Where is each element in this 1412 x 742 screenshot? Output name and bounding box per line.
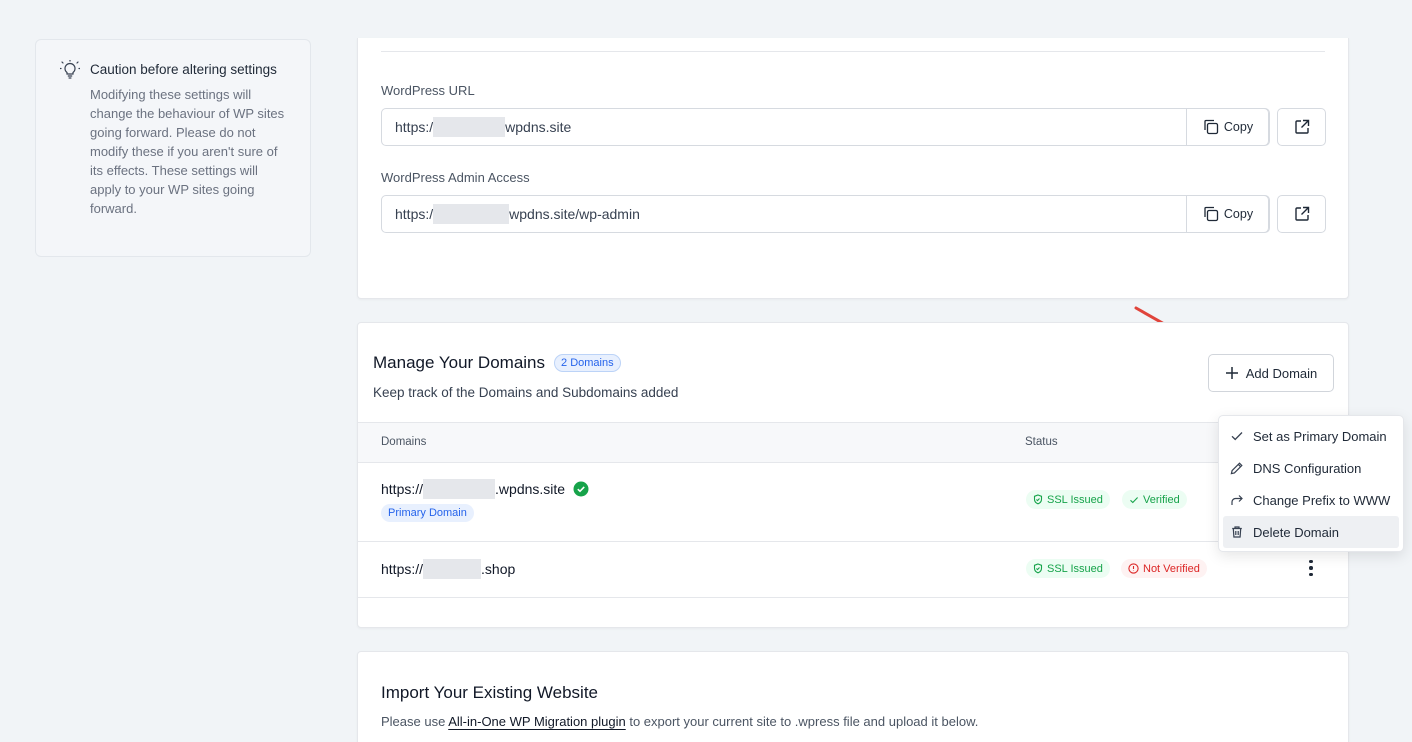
table-row: https:// .shop SSL Issued Not Verified xyxy=(358,542,1348,598)
menu-item-set-primary[interactable]: Set as Primary Domain xyxy=(1223,420,1399,452)
pencil-icon xyxy=(1230,462,1243,475)
import-text-after: to export your current site to .wpress f… xyxy=(625,714,979,729)
ssl-status-text: SSL Issued xyxy=(1047,493,1103,506)
verification-status-badge: Verified xyxy=(1122,490,1187,509)
caution-body: Modifying these settings will change the… xyxy=(90,87,285,216)
copy-icon xyxy=(1204,206,1219,222)
wp-url-field[interactable]: https:/ wpdns.site Copy xyxy=(381,108,1270,146)
alert-circle-icon xyxy=(1128,563,1139,574)
external-link-icon xyxy=(1294,119,1309,134)
trash-icon xyxy=(1232,526,1242,538)
verification-status-text: Verified xyxy=(1143,493,1180,506)
check-icon xyxy=(1130,496,1138,503)
site-access-card: WordPress URL https:/ wpdns.site Copy Wor… xyxy=(357,38,1349,299)
primary-domain-badge: Primary Domain xyxy=(381,504,474,522)
open-wp-url-button[interactable] xyxy=(1277,108,1326,146)
migration-plugin-link[interactable]: All-in-One WP Migration plugin xyxy=(448,714,626,729)
ssl-status-text: SSL Issued xyxy=(1047,562,1103,575)
table-row: https:// .wpdns.site Primary Domain SSL I… xyxy=(358,463,1348,542)
shield-icon xyxy=(1033,563,1043,574)
redacted-block xyxy=(433,204,510,224)
domain-count-badge: 2 Domains xyxy=(554,354,621,372)
copy-wp-url-button[interactable]: Copy xyxy=(1186,108,1269,146)
menu-item-label: Set as Primary Domain xyxy=(1253,428,1387,444)
menu-item-label: DNS Configuration xyxy=(1253,460,1362,476)
caution-card: Caution before altering settings Modifyi… xyxy=(35,39,311,257)
domain-suffix: .wpdns.site xyxy=(495,481,566,497)
lightbulb-icon xyxy=(60,60,80,79)
redirect-arrow-icon xyxy=(1231,495,1243,505)
wp-admin-label: WordPress Admin Access xyxy=(381,170,530,185)
redacted-block xyxy=(423,559,482,579)
wp-url-value: https:/ wpdns.site xyxy=(382,117,571,137)
domain-prefix: https:// xyxy=(381,481,424,497)
verified-check-icon xyxy=(573,481,589,497)
redacted-block xyxy=(423,479,496,499)
wp-admin-field[interactable]: https:/ wpdns.site/wp-admin Copy xyxy=(381,195,1270,233)
menu-item-change-prefix[interactable]: Change Prefix to WWW xyxy=(1223,484,1399,516)
domains-title: Manage Your Domains 2 Domains xyxy=(373,353,621,373)
page: Caution before altering settings Modifyi… xyxy=(0,0,1412,742)
wp-admin-value: https:/ wpdns.site/wp-admin xyxy=(382,204,640,224)
open-wp-admin-button[interactable] xyxy=(1277,195,1326,233)
manage-domains-card: Manage Your Domains 2 Domains Keep track… xyxy=(357,322,1349,628)
divider xyxy=(381,51,1325,52)
menu-item-label: Change Prefix to WWW xyxy=(1253,492,1391,508)
add-domain-button[interactable]: Add Domain xyxy=(1208,354,1334,392)
wp-admin-prefix: https:/ xyxy=(395,206,434,222)
import-text-before: Please use xyxy=(381,714,449,729)
copy-icon xyxy=(1204,119,1219,135)
copy-label: Copy xyxy=(1223,207,1254,221)
import-website-card: Import Your Existing Website Please use … xyxy=(357,651,1349,742)
domains-title-text: Manage Your Domains xyxy=(373,353,546,372)
domain-actions-menu: Set as Primary Domain DNS Configuration … xyxy=(1218,415,1404,552)
copy-wp-admin-button[interactable]: Copy xyxy=(1186,195,1269,233)
check-icon xyxy=(1231,432,1243,441)
shield-icon xyxy=(1033,494,1043,505)
menu-item-delete-domain[interactable]: Delete Domain xyxy=(1223,516,1399,548)
redacted-block xyxy=(433,117,506,137)
external-link-icon xyxy=(1294,206,1309,221)
verification-status-text: Not Verified xyxy=(1143,562,1200,575)
wp-admin-suffix: wpdns.site/wp-admin xyxy=(509,206,640,222)
copy-label: Copy xyxy=(1223,120,1254,134)
menu-item-dns-configuration[interactable]: DNS Configuration xyxy=(1223,452,1399,484)
verification-status-badge: Not Verified xyxy=(1121,559,1207,578)
plus-icon xyxy=(1225,367,1238,379)
domain-url: https:// .wpdns.site xyxy=(381,479,589,499)
add-domain-label: Add Domain xyxy=(1245,365,1318,381)
menu-item-label: Delete Domain xyxy=(1253,524,1339,540)
domain-url: https:// .shop xyxy=(381,559,515,579)
column-header-status: Status xyxy=(1025,436,1058,448)
wp-url-prefix: https:/ xyxy=(395,119,434,135)
caution-title: Caution before altering settings xyxy=(90,62,277,77)
import-title: Import Your Existing Website xyxy=(381,683,599,702)
wp-url-label: WordPress URL xyxy=(381,83,475,98)
wp-url-suffix: wpdns.site xyxy=(505,119,572,135)
domains-table-header: Domains Status xyxy=(358,422,1348,463)
domains-subtitle: Keep track of the Domains and Subdomains… xyxy=(373,385,679,400)
row-actions-kebab-icon[interactable] xyxy=(1304,558,1318,578)
domain-suffix: .shop xyxy=(481,561,516,577)
column-header-domains: Domains xyxy=(381,436,427,448)
ssl-status-badge: SSL Issued xyxy=(1026,490,1110,509)
ssl-status-badge: SSL Issued xyxy=(1026,559,1110,578)
import-description: Please use All-in-One WP Migration plugi… xyxy=(381,714,978,729)
domain-prefix: https:// xyxy=(381,561,424,577)
